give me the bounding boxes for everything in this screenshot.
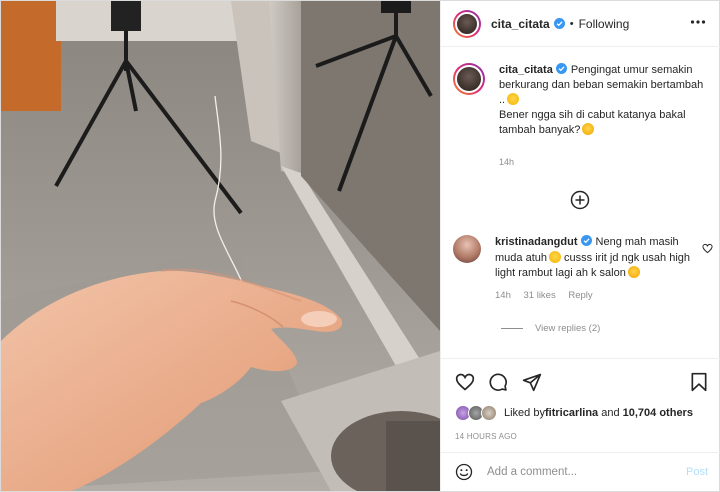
caption-text: cita_citata Pengingat umur semakin berkur… [499, 63, 711, 138]
likes-middle: and [598, 407, 623, 419]
add-comment-bar: Post [441, 452, 720, 491]
header-separator: • [569, 17, 574, 30]
likes-summary: Liked by fitricarlina and 10,704 others [455, 405, 693, 421]
following-button[interactable]: Following [579, 17, 630, 31]
post-comment-button[interactable]: Post [686, 466, 708, 478]
verified-badge-icon [553, 18, 565, 29]
load-more-icon[interactable] [570, 190, 590, 210]
commenter-avatar[interactable] [453, 235, 481, 263]
post-caption: cita_citata Pengingat umur semakin berkur… [453, 63, 711, 167]
view-replies-button[interactable]: View replies (2) [501, 323, 600, 334]
author-username[interactable]: cita_citata [491, 17, 550, 31]
comment-text: kristinadangdut Neng mah masih muda atuh … [495, 235, 695, 282]
comment-icon[interactable] [488, 372, 508, 392]
caption-username[interactable]: cita_citata [499, 64, 553, 76]
liker-avatars[interactable] [455, 405, 499, 421]
verified-badge-icon [555, 63, 567, 74]
likes-prefix: Liked by [504, 407, 545, 419]
more-options-icon[interactable] [690, 14, 706, 30]
post-side-panel: cita_citata • Following cita_citata Pengi… [440, 1, 720, 491]
caption-timestamp[interactable]: 14h [499, 157, 514, 167]
view-replies-label: View replies (2) [535, 323, 601, 334]
post-photo[interactable] [1, 1, 440, 491]
grinning-sweat-emoji-icon [548, 250, 561, 263]
caption-author-avatar[interactable] [453, 63, 485, 95]
comment-heart-icon[interactable] [702, 243, 713, 254]
pleading-face-emoji-icon [582, 123, 595, 135]
share-icon[interactable] [522, 372, 542, 392]
heart-icon[interactable] [455, 372, 475, 392]
reply-button[interactable]: Reply [568, 290, 592, 301]
view-replies-line [501, 328, 523, 329]
emoji-icon[interactable] [455, 463, 473, 481]
action-bar [441, 358, 720, 404]
save-icon[interactable] [689, 372, 709, 392]
rolling-laughing-emoji-icon [507, 93, 520, 105]
verified-badge-icon [580, 235, 592, 246]
comment-meta: 14h 31 likes Reply [495, 290, 715, 301]
likes-count[interactable]: 10,704 others [623, 407, 693, 419]
comment-item: kristinadangdut Neng mah masih muda atuh … [453, 235, 715, 301]
comment-input[interactable] [487, 463, 667, 481]
comment-timestamp[interactable]: 14h [495, 290, 511, 301]
instagram-post-window: cita_citata • Following cita_citata Pengi… [0, 0, 720, 492]
post-timestamp[interactable]: 14 HOURS AGO [455, 432, 517, 441]
liker-avatar [481, 405, 497, 421]
liked-by-user[interactable]: fitricarlina [545, 407, 598, 419]
heart-eyes-emoji-icon [627, 266, 640, 278]
comment-likes[interactable]: 31 likes [524, 290, 556, 301]
post-header: cita_citata • Following [441, 1, 720, 47]
author-avatar[interactable] [453, 9, 481, 38]
photo-illustration [1, 1, 440, 491]
commenter-username[interactable]: kristinadangdut [495, 236, 578, 248]
